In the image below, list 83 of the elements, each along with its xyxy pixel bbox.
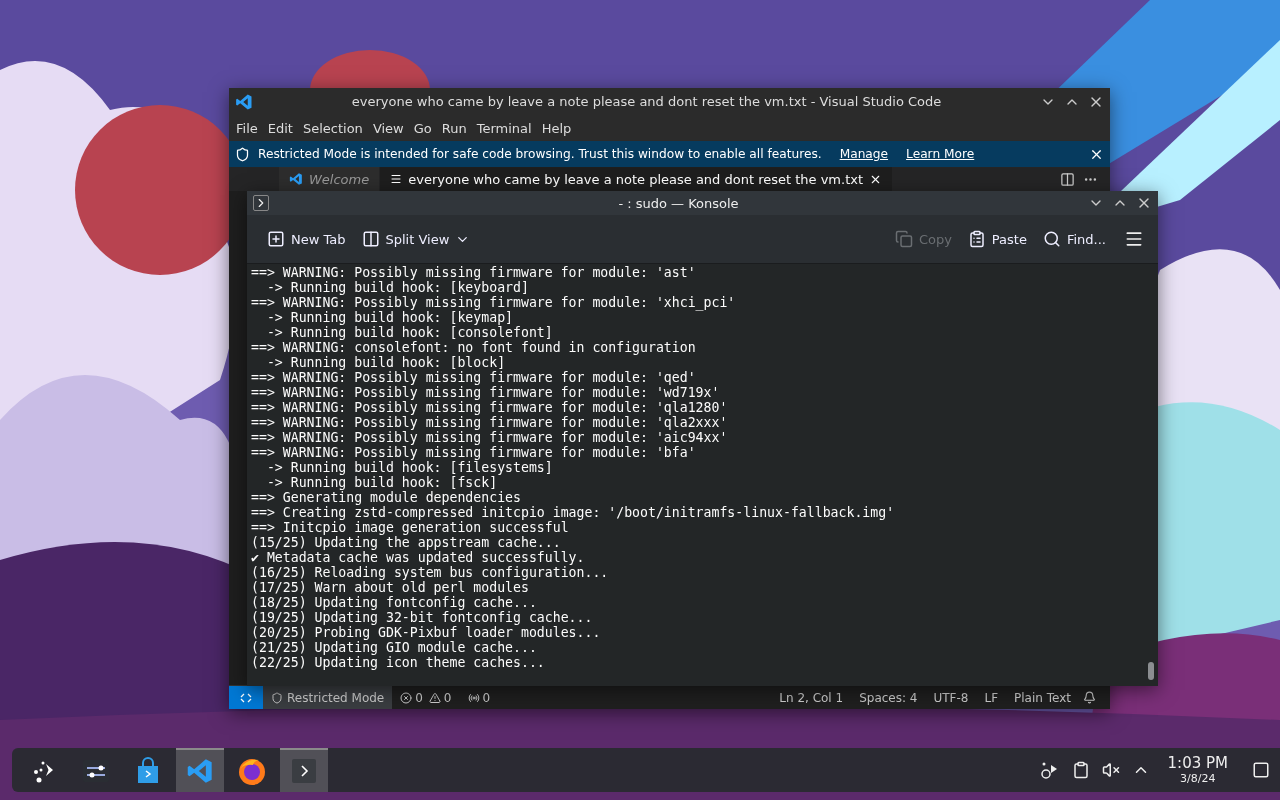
terminal-line: ==> Initcpio image generation successful [251,520,570,535]
code-editor-icon[interactable] [186,757,214,785]
menu-icon[interactable] [1124,229,1144,249]
terminal-line: -> Running build hook: [filesystems] [265,460,554,475]
banner-text: Restricted Mode is intended for safe code browsing. Trust this window to enable all features. [258,147,822,161]
shield-icon [271,691,283,704]
terminal-line: -> Running build hook: [keymap] [265,310,514,325]
status-item[interactable]: Spaces: 4 [851,690,926,705]
status-item[interactable]: LF [976,690,1007,705]
split-view-icon [361,230,380,248]
toolbar-button[interactable]: Paste [961,226,1033,252]
menu-item[interactable]: Terminal [471,120,537,136]
banner-link[interactable]: Learn More [906,147,975,161]
date-text: 3/8/24 [1180,772,1216,785]
terminal-line: ==> WARNING: Possibly missing firmware for module: 'bfa' [251,445,697,460]
menu-item[interactable]: Help [536,120,577,136]
terminal-line: ==> Creating zstd-compressed initcpio image: '/boot/initramfs-linux-fallback.img' [251,505,896,520]
terminal-line: (19/25) Updating 32-bit fontconfig cache... [251,610,594,625]
editor-tab[interactable]: Welcome [279,167,381,191]
toolbar-button[interactable]: Find... [1036,226,1112,252]
toolbar-button[interactable]: New Tab [261,226,352,252]
ports-status[interactable]: 0 [459,690,499,705]
menu-item[interactable]: View [367,120,409,136]
text-file-icon [390,173,403,185]
status-item[interactable]: UTF-8 [925,690,977,705]
window-title: everyone who came by leave a note please and dont reset the vm.txt - Visual Studio Code [350,94,943,109]
terminal-line: ==> WARNING: Possibly missing firmware for module: 'ast' [251,265,697,280]
terminal-line: ==> WARNING: consolefont: no font found in configuration [251,340,697,355]
terminal-line: (17/25) Warn about old perl modules [251,580,530,595]
fox-globe-icon[interactable] [237,756,267,786]
terminal-line: ==> WARNING: Possibly missing firmware for module: 'xhci_pci' [251,295,737,310]
terminal-line: (16/25) Reloading system bus configuration... [251,565,610,580]
terminal-line: ==> WARNING: Possibly missing firmware for module: 'qla2xxx' [251,415,729,430]
broadcast-icon [467,691,480,704]
terminal-line: ==> WARNING: Possibly missing firmware for module: 'qla1280' [251,400,729,415]
terminal-line: (20/25) Probing GDK-Pixbuf loader modules... [251,625,602,640]
terminal-line: -> Running build hook: [consolefont] [265,325,554,340]
terminal-line: -> Running build hook: [fsck] [265,475,499,490]
error-icon [400,691,413,704]
terminal-line: ✔ Metadata cache was updated successfully. [251,550,586,565]
toolbar-button[interactable]: Split View [355,226,477,252]
menu-item[interactable]: Run [436,120,472,136]
remote-icon [240,691,252,704]
copy-icon [894,230,913,248]
menu-item[interactable]: Edit [262,120,298,136]
remote-button[interactable] [229,686,263,709]
window-title: - : sudo — Konsole [617,195,740,211]
clipboard-icon [967,230,986,248]
terminal-line: ==> WARNING: Possibly missing firmware for module: 'qed' [251,370,697,385]
new-tab-icon [267,230,285,248]
volume-muted-icon[interactable] [1101,761,1120,779]
editor-tab[interactable]: everyone who came by leave a note please and dont reset the vm.txt [380,167,894,191]
terminal-icon[interactable] [291,758,317,784]
split-editor-icon[interactable] [1060,171,1075,187]
problems-status[interactable]: 0 0 [392,690,460,705]
terminal-line: ==> WARNING: Possibly missing firmware for module: 'aic94xx' [251,430,729,445]
clipboard-icon[interactable] [1071,761,1090,779]
search-icon [1042,230,1061,248]
menu-item[interactable]: File [231,120,263,136]
terminal-line: ==> WARNING: Possibly missing firmware for module: 'wd719x' [251,385,721,400]
terminal-line: -> Running build hook: [keyboard] [265,280,530,295]
status-item[interactable]: Ln 2, Col 1 [771,690,852,705]
terminal-line: ==> Generating module dependencies [251,490,522,505]
show-desktop-icon[interactable] [1252,761,1270,779]
terminal-line: -> Running build hook: [block] [265,355,507,370]
notifications-icon[interactable] [1083,691,1096,704]
terminal-icon [253,195,269,211]
clock[interactable]: 1:03 PM 3/8/24 [1161,755,1234,785]
code-editor-icon[interactable] [289,172,303,186]
menu-item[interactable]: Selection [297,120,368,136]
banner-link[interactable]: Manage [839,147,889,161]
scrollbar-thumb[interactable] [1148,662,1154,680]
terminal-line: (21/25) Updating GIO module cache... [251,640,538,655]
status-item[interactable]: Plain Text [1006,690,1079,705]
terminal-line: (15/25) Updating the appstream cache... [251,535,562,550]
code-editor-icon[interactable] [235,92,253,111]
restricted-mode-status[interactable]: Restricted Mode [263,686,393,709]
warning-icon [428,691,441,704]
shield-icon [235,146,250,162]
terminal-line: (22/25) Updating icon theme caches... [251,655,546,670]
terminal-line: (18/25) Updating fontconfig cache... [251,595,538,610]
time-text: 1:03 PM [1167,755,1228,772]
menu-item[interactable]: Go [408,120,437,136]
